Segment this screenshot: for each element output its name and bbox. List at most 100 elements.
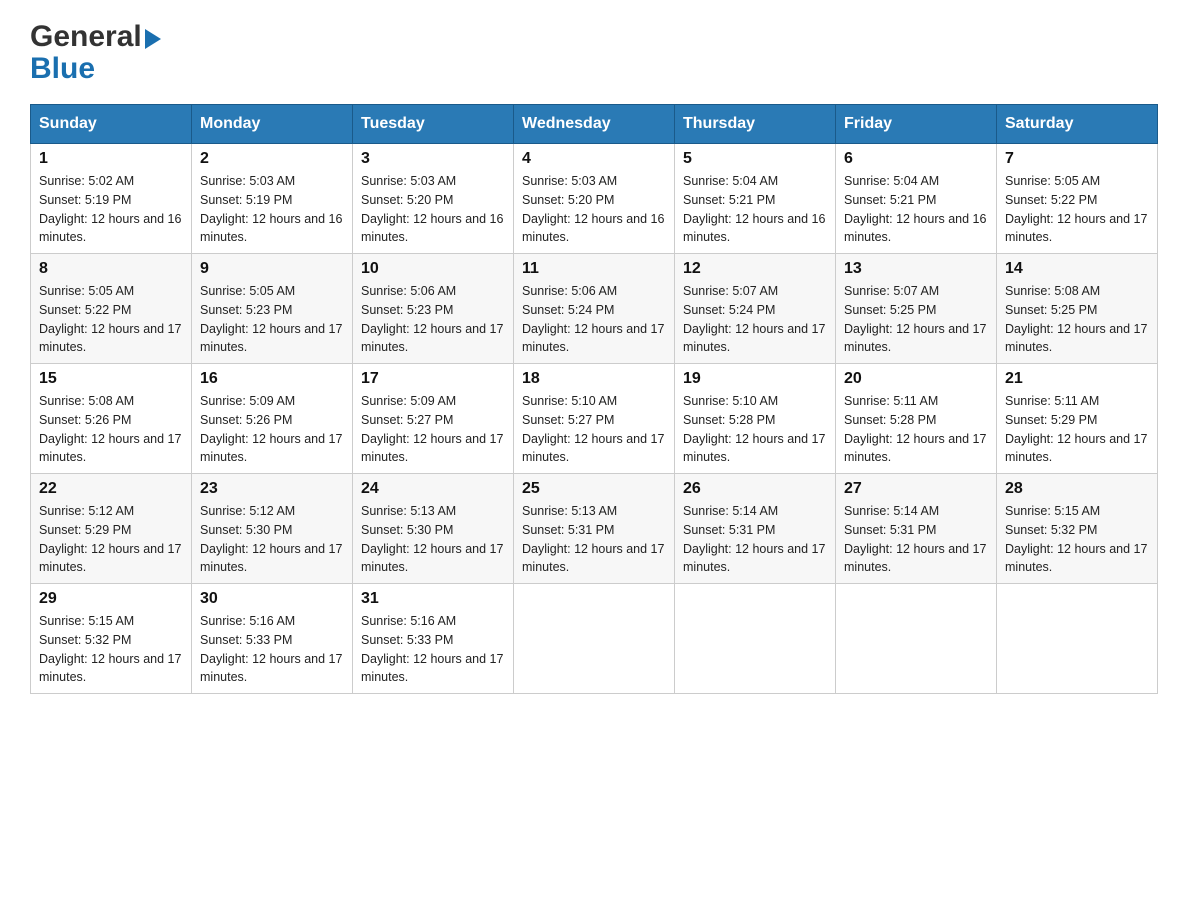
calendar-cell: 11 Sunrise: 5:06 AM Sunset: 5:24 PM Dayl… [514, 254, 675, 364]
day-number: 14 [1005, 260, 1149, 278]
calendar-cell: 4 Sunrise: 5:03 AM Sunset: 5:20 PM Dayli… [514, 144, 675, 254]
day-info: Sunrise: 5:11 AM Sunset: 5:28 PM Dayligh… [844, 392, 988, 467]
day-number: 26 [683, 480, 827, 498]
day-info: Sunrise: 5:05 AM Sunset: 5:22 PM Dayligh… [1005, 172, 1149, 247]
calendar-header-row: SundayMondayTuesdayWednesdayThursdayFrid… [31, 105, 1158, 144]
day-number: 16 [200, 370, 344, 388]
day-info: Sunrise: 5:13 AM Sunset: 5:30 PM Dayligh… [361, 502, 505, 577]
day-info: Sunrise: 5:05 AM Sunset: 5:23 PM Dayligh… [200, 282, 344, 357]
day-number: 2 [200, 150, 344, 168]
day-info: Sunrise: 5:10 AM Sunset: 5:28 PM Dayligh… [683, 392, 827, 467]
calendar-cell: 19 Sunrise: 5:10 AM Sunset: 5:28 PM Dayl… [675, 364, 836, 474]
day-number: 28 [1005, 480, 1149, 498]
day-info: Sunrise: 5:14 AM Sunset: 5:31 PM Dayligh… [683, 502, 827, 577]
week-row-5: 29 Sunrise: 5:15 AM Sunset: 5:32 PM Dayl… [31, 584, 1158, 694]
day-number: 21 [1005, 370, 1149, 388]
day-info: Sunrise: 5:16 AM Sunset: 5:33 PM Dayligh… [361, 612, 505, 687]
day-number: 11 [522, 260, 666, 278]
day-info: Sunrise: 5:08 AM Sunset: 5:26 PM Dayligh… [39, 392, 183, 467]
calendar-cell: 21 Sunrise: 5:11 AM Sunset: 5:29 PM Dayl… [997, 364, 1158, 474]
day-info: Sunrise: 5:09 AM Sunset: 5:26 PM Dayligh… [200, 392, 344, 467]
day-info: Sunrise: 5:03 AM Sunset: 5:20 PM Dayligh… [361, 172, 505, 247]
day-number: 5 [683, 150, 827, 168]
calendar-cell: 31 Sunrise: 5:16 AM Sunset: 5:33 PM Dayl… [353, 584, 514, 694]
calendar-cell: 23 Sunrise: 5:12 AM Sunset: 5:30 PM Dayl… [192, 474, 353, 584]
day-number: 31 [361, 590, 505, 608]
calendar-cell: 28 Sunrise: 5:15 AM Sunset: 5:32 PM Dayl… [997, 474, 1158, 584]
day-number: 10 [361, 260, 505, 278]
day-info: Sunrise: 5:07 AM Sunset: 5:24 PM Dayligh… [683, 282, 827, 357]
day-number: 24 [361, 480, 505, 498]
calendar-cell: 27 Sunrise: 5:14 AM Sunset: 5:31 PM Dayl… [836, 474, 997, 584]
header-thursday: Thursday [675, 105, 836, 144]
day-info: Sunrise: 5:04 AM Sunset: 5:21 PM Dayligh… [683, 172, 827, 247]
day-number: 25 [522, 480, 666, 498]
day-number: 30 [200, 590, 344, 608]
day-info: Sunrise: 5:12 AM Sunset: 5:29 PM Dayligh… [39, 502, 183, 577]
day-number: 9 [200, 260, 344, 278]
day-info: Sunrise: 5:10 AM Sunset: 5:27 PM Dayligh… [522, 392, 666, 467]
day-number: 15 [39, 370, 183, 388]
logo-arrow-icon [145, 29, 161, 49]
day-info: Sunrise: 5:16 AM Sunset: 5:33 PM Dayligh… [200, 612, 344, 687]
calendar-cell: 13 Sunrise: 5:07 AM Sunset: 5:25 PM Dayl… [836, 254, 997, 364]
calendar-cell [997, 584, 1158, 694]
week-row-3: 15 Sunrise: 5:08 AM Sunset: 5:26 PM Dayl… [31, 364, 1158, 474]
day-number: 1 [39, 150, 183, 168]
calendar-cell: 24 Sunrise: 5:13 AM Sunset: 5:30 PM Dayl… [353, 474, 514, 584]
header-sunday: Sunday [31, 105, 192, 144]
week-row-4: 22 Sunrise: 5:12 AM Sunset: 5:29 PM Dayl… [31, 474, 1158, 584]
day-info: Sunrise: 5:03 AM Sunset: 5:19 PM Dayligh… [200, 172, 344, 247]
day-info: Sunrise: 5:14 AM Sunset: 5:31 PM Dayligh… [844, 502, 988, 577]
day-number: 3 [361, 150, 505, 168]
day-number: 7 [1005, 150, 1149, 168]
day-number: 6 [844, 150, 988, 168]
calendar-cell: 14 Sunrise: 5:08 AM Sunset: 5:25 PM Dayl… [997, 254, 1158, 364]
page-header: General Blue [30, 20, 1158, 84]
day-number: 4 [522, 150, 666, 168]
calendar-cell: 30 Sunrise: 5:16 AM Sunset: 5:33 PM Dayl… [192, 584, 353, 694]
calendar-cell [836, 584, 997, 694]
calendar-cell: 15 Sunrise: 5:08 AM Sunset: 5:26 PM Dayl… [31, 364, 192, 474]
calendar-cell: 20 Sunrise: 5:11 AM Sunset: 5:28 PM Dayl… [836, 364, 997, 474]
calendar-table: SundayMondayTuesdayWednesdayThursdayFrid… [30, 104, 1158, 694]
day-number: 8 [39, 260, 183, 278]
day-number: 12 [683, 260, 827, 278]
logo: General Blue [30, 20, 161, 84]
calendar-cell: 17 Sunrise: 5:09 AM Sunset: 5:27 PM Dayl… [353, 364, 514, 474]
logo-text-general: General [30, 20, 142, 54]
calendar-cell: 3 Sunrise: 5:03 AM Sunset: 5:20 PM Dayli… [353, 144, 514, 254]
day-number: 29 [39, 590, 183, 608]
day-info: Sunrise: 5:07 AM Sunset: 5:25 PM Dayligh… [844, 282, 988, 357]
calendar-cell: 5 Sunrise: 5:04 AM Sunset: 5:21 PM Dayli… [675, 144, 836, 254]
calendar-cell [675, 584, 836, 694]
day-info: Sunrise: 5:04 AM Sunset: 5:21 PM Dayligh… [844, 172, 988, 247]
day-info: Sunrise: 5:06 AM Sunset: 5:23 PM Dayligh… [361, 282, 505, 357]
day-info: Sunrise: 5:02 AM Sunset: 5:19 PM Dayligh… [39, 172, 183, 247]
header-saturday: Saturday [997, 105, 1158, 144]
calendar-cell: 16 Sunrise: 5:09 AM Sunset: 5:26 PM Dayl… [192, 364, 353, 474]
day-info: Sunrise: 5:15 AM Sunset: 5:32 PM Dayligh… [39, 612, 183, 687]
day-info: Sunrise: 5:15 AM Sunset: 5:32 PM Dayligh… [1005, 502, 1149, 577]
calendar-cell: 18 Sunrise: 5:10 AM Sunset: 5:27 PM Dayl… [514, 364, 675, 474]
day-info: Sunrise: 5:12 AM Sunset: 5:30 PM Dayligh… [200, 502, 344, 577]
calendar-cell: 6 Sunrise: 5:04 AM Sunset: 5:21 PM Dayli… [836, 144, 997, 254]
logo-text-blue: Blue [30, 54, 95, 84]
header-friday: Friday [836, 105, 997, 144]
day-number: 22 [39, 480, 183, 498]
day-info: Sunrise: 5:05 AM Sunset: 5:22 PM Dayligh… [39, 282, 183, 357]
header-monday: Monday [192, 105, 353, 144]
header-tuesday: Tuesday [353, 105, 514, 144]
calendar-cell: 1 Sunrise: 5:02 AM Sunset: 5:19 PM Dayli… [31, 144, 192, 254]
calendar-cell: 8 Sunrise: 5:05 AM Sunset: 5:22 PM Dayli… [31, 254, 192, 364]
calendar-cell: 2 Sunrise: 5:03 AM Sunset: 5:19 PM Dayli… [192, 144, 353, 254]
week-row-2: 8 Sunrise: 5:05 AM Sunset: 5:22 PM Dayli… [31, 254, 1158, 364]
calendar-cell: 9 Sunrise: 5:05 AM Sunset: 5:23 PM Dayli… [192, 254, 353, 364]
day-info: Sunrise: 5:03 AM Sunset: 5:20 PM Dayligh… [522, 172, 666, 247]
week-row-1: 1 Sunrise: 5:02 AM Sunset: 5:19 PM Dayli… [31, 144, 1158, 254]
day-info: Sunrise: 5:06 AM Sunset: 5:24 PM Dayligh… [522, 282, 666, 357]
calendar-cell: 25 Sunrise: 5:13 AM Sunset: 5:31 PM Dayl… [514, 474, 675, 584]
day-number: 18 [522, 370, 666, 388]
calendar-cell: 12 Sunrise: 5:07 AM Sunset: 5:24 PM Dayl… [675, 254, 836, 364]
calendar-cell [514, 584, 675, 694]
